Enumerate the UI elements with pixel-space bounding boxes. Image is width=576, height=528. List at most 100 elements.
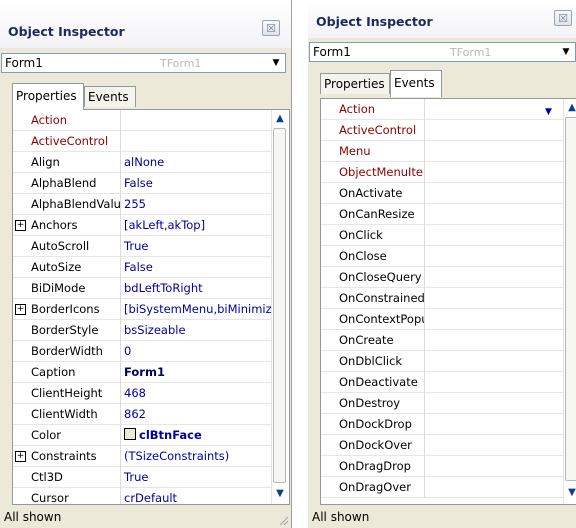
property-value[interactable]: 0 (121, 341, 271, 362)
expand-icon[interactable]: + (15, 220, 26, 231)
table-row[interactable]: BiDiMode bdLeftToRight (13, 278, 271, 299)
table-row[interactable]: OnDockOver (321, 435, 563, 456)
table-row[interactable]: Constraints + (TSizeConstraints) (13, 446, 271, 467)
property-value[interactable] (425, 477, 563, 498)
property-value[interactable] (425, 309, 563, 330)
arrow-up-icon[interactable]: ▲ (274, 113, 286, 125)
table-row[interactable]: Menu (321, 141, 563, 162)
property-value[interactable]: [biSystemMenu,biMinimiz (121, 299, 271, 320)
table-row[interactable]: AutoSize False (13, 257, 271, 278)
table-row[interactable]: ObjectMenuItem (321, 162, 563, 183)
arrow-down-icon[interactable]: ▼ (566, 487, 576, 499)
property-value[interactable]: True (121, 236, 271, 257)
property-value[interactable] (425, 372, 563, 393)
table-row[interactable]: BorderWidth 0 (13, 341, 271, 362)
table-row[interactable]: OnActivate (321, 183, 563, 204)
table-row[interactable]: Ctl3D True (13, 467, 271, 488)
table-row[interactable]: ClientWidth 862 (13, 404, 271, 425)
expand-icon[interactable]: + (15, 304, 26, 315)
component-selector[interactable]: Form1 TForm1 ▼ (1, 53, 286, 73)
table-row[interactable]: Color clBtnFace (13, 425, 271, 446)
expand-icon[interactable]: + (15, 451, 26, 462)
property-value[interactable]: [akLeft,akTop] (121, 215, 271, 236)
tab-properties[interactable]: Properties (12, 83, 84, 110)
table-row[interactable]: OnDestroy (321, 393, 563, 414)
table-row[interactable]: OnCreate (321, 330, 563, 351)
property-value[interactable] (425, 414, 563, 435)
table-row[interactable]: AlphaBlend False (13, 173, 271, 194)
property-value[interactable]: True (121, 467, 271, 488)
scroll-thumb[interactable] (273, 128, 286, 483)
property-value[interactable]: 862 (121, 404, 271, 425)
table-row[interactable]: AutoScroll True (13, 236, 271, 257)
chevron-down-icon[interactable]: ▼ (545, 102, 552, 120)
property-value[interactable]: alNone (121, 152, 271, 173)
table-row[interactable]: Align alNone (13, 152, 271, 173)
tab-properties[interactable]: Properties (320, 73, 390, 94)
arrow-down-icon[interactable]: ▼ (274, 488, 286, 500)
property-value[interactable] (121, 110, 271, 131)
close-icon[interactable]: ☒ (554, 10, 572, 26)
table-row[interactable]: OnDblClick (321, 351, 563, 372)
table-row[interactable]: Anchors + [akLeft,akTop] (13, 215, 271, 236)
scroll-thumb[interactable] (565, 117, 576, 481)
table-row[interactable]: OnDeactivate (321, 372, 563, 393)
property-value[interactable]: (TSizeConstraints) (121, 446, 271, 467)
property-value[interactable] (425, 288, 563, 309)
property-value[interactable]: bdLeftToRight (121, 278, 271, 299)
vertical-scrollbar[interactable]: ▲ ▼ (271, 110, 288, 504)
property-value[interactable] (425, 225, 563, 246)
table-row[interactable]: OnDockDrop (321, 414, 563, 435)
property-value[interactable]: False (121, 173, 271, 194)
table-row[interactable]: OnConstrainedResize (321, 288, 563, 309)
property-value[interactable] (121, 131, 271, 152)
property-value[interactable] (425, 120, 563, 141)
property-value[interactable] (425, 267, 563, 288)
property-value[interactable] (425, 435, 563, 456)
table-row[interactable]: OnContextPopup (321, 309, 563, 330)
table-row[interactable]: OnDragOver (321, 477, 563, 498)
table-row[interactable]: AlphaBlendValu 255 (13, 194, 271, 215)
property-value[interactable] (425, 204, 563, 225)
table-row[interactable]: OnClose (321, 246, 563, 267)
property-value[interactable]: Form1 (121, 362, 271, 383)
table-row[interactable]: Action (13, 110, 271, 131)
property-value[interactable]: bsSizeable (121, 320, 271, 341)
table-row[interactable]: Caption Form1 (13, 362, 271, 383)
close-icon[interactable]: ☒ (262, 20, 280, 36)
property-value[interactable] (425, 456, 563, 477)
property-value[interactable] (425, 351, 563, 372)
chevron-down-icon[interactable]: ▼ (559, 45, 573, 59)
property-value[interactable]: ▼ (425, 99, 563, 120)
table-row[interactable]: OnCanResize (321, 204, 563, 225)
property-value[interactable] (425, 393, 563, 414)
table-row[interactable]: BorderStyle bsSizeable (13, 320, 271, 341)
property-value[interactable]: 468 (121, 383, 271, 404)
resize-grip-icon[interactable] (277, 514, 289, 526)
table-row[interactable]: Action ▼ (321, 99, 563, 120)
property-value[interactable] (425, 183, 563, 204)
table-row[interactable]: Cursor crDefault (13, 488, 271, 504)
arrow-up-icon[interactable]: ▲ (566, 102, 576, 114)
table-row[interactable]: BorderIcons + [biSystemMenu,biMinimiz (13, 299, 271, 320)
property-value[interactable] (425, 162, 563, 183)
property-value[interactable] (425, 330, 563, 351)
vertical-scrollbar[interactable]: ▲ ▼ (563, 99, 576, 504)
table-row[interactable]: ClientHeight 468 (13, 383, 271, 404)
chevron-down-icon[interactable]: ▼ (269, 56, 283, 70)
property-value[interactable]: crDefault (121, 488, 271, 504)
table-row[interactable]: OnDragDrop (321, 456, 563, 477)
property-name: OnDockDrop (321, 414, 425, 435)
tab-events[interactable]: Events (84, 86, 136, 107)
table-row[interactable]: ActiveControl (321, 120, 563, 141)
table-row[interactable]: ActiveControl (13, 131, 271, 152)
property-value[interactable] (425, 141, 563, 162)
property-value[interactable]: False (121, 257, 271, 278)
component-selector[interactable]: Form1 TForm1 ▼ (309, 42, 576, 62)
table-row[interactable]: OnCloseQuery (321, 267, 563, 288)
tab-events[interactable]: Events (390, 70, 442, 97)
property-value[interactable] (425, 246, 563, 267)
table-row[interactable]: OnClick (321, 225, 563, 246)
property-value[interactable]: clBtnFace (121, 425, 271, 446)
property-value[interactable]: 255 (121, 194, 271, 215)
